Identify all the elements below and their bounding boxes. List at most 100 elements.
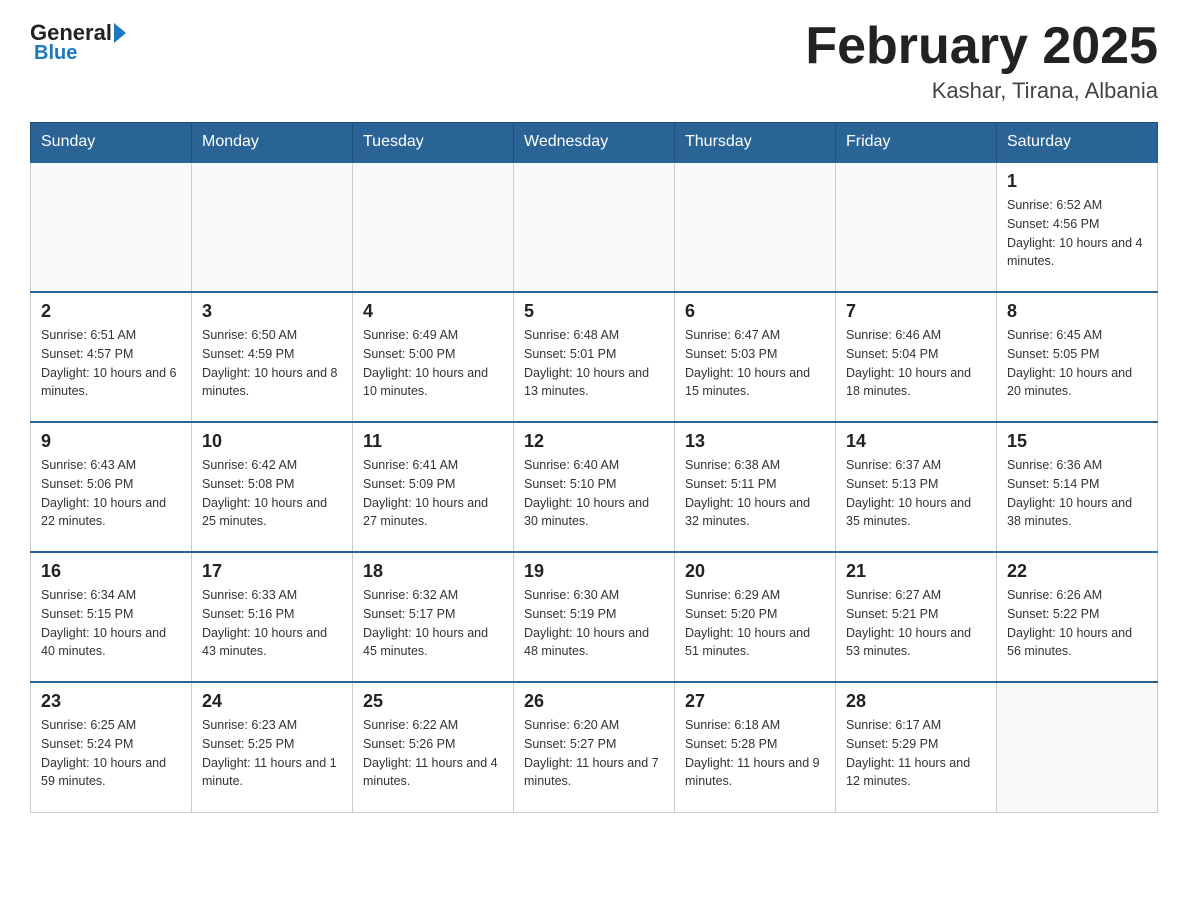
day-info: Sunrise: 6:50 AM Sunset: 4:59 PM Dayligh… — [202, 326, 342, 401]
day-number: 20 — [685, 561, 825, 582]
calendar-table: Sunday Monday Tuesday Wednesday Thursday… — [30, 122, 1158, 813]
day-info: Sunrise: 6:45 AM Sunset: 5:05 PM Dayligh… — [1007, 326, 1147, 401]
day-number: 10 — [202, 431, 342, 452]
day-info: Sunrise: 6:38 AM Sunset: 5:11 PM Dayligh… — [685, 456, 825, 531]
calendar-cell: 9 Sunrise: 6:43 AM Sunset: 5:06 PM Daylig… — [31, 422, 192, 552]
calendar-cell: 5 Sunrise: 6:48 AM Sunset: 5:01 PM Daylig… — [514, 292, 675, 422]
day-number: 27 — [685, 691, 825, 712]
day-number: 8 — [1007, 301, 1147, 322]
calendar-cell — [514, 162, 675, 292]
calendar-cell: 1 Sunrise: 6:52 AM Sunset: 4:56 PM Daylig… — [997, 162, 1158, 292]
calendar-cell: 12 Sunrise: 6:40 AM Sunset: 5:10 PM Dayli… — [514, 422, 675, 552]
calendar-cell: 27 Sunrise: 6:18 AM Sunset: 5:28 PM Dayli… — [675, 682, 836, 812]
calendar-cell — [675, 162, 836, 292]
day-info: Sunrise: 6:29 AM Sunset: 5:20 PM Dayligh… — [685, 586, 825, 661]
logo-blue-text: Blue — [34, 42, 77, 65]
calendar-cell — [31, 162, 192, 292]
day-number: 26 — [524, 691, 664, 712]
calendar-cell: 13 Sunrise: 6:38 AM Sunset: 5:11 PM Dayli… — [675, 422, 836, 552]
calendar-cell: 17 Sunrise: 6:33 AM Sunset: 5:16 PM Dayli… — [192, 552, 353, 682]
day-info: Sunrise: 6:34 AM Sunset: 5:15 PM Dayligh… — [41, 586, 181, 661]
calendar-cell: 16 Sunrise: 6:34 AM Sunset: 5:15 PM Dayli… — [31, 552, 192, 682]
day-info: Sunrise: 6:30 AM Sunset: 5:19 PM Dayligh… — [524, 586, 664, 661]
calendar-cell: 18Sunrise: 6:32 AM Sunset: 5:17 PM Dayli… — [353, 552, 514, 682]
day-number: 5 — [524, 301, 664, 322]
calendar-cell — [836, 162, 997, 292]
calendar-cell: 4 Sunrise: 6:49 AM Sunset: 5:00 PM Daylig… — [353, 292, 514, 422]
day-info: Sunrise: 6:46 AM Sunset: 5:04 PM Dayligh… — [846, 326, 986, 401]
day-info: Sunrise: 6:40 AM Sunset: 5:10 PM Dayligh… — [524, 456, 664, 531]
day-number: 16 — [41, 561, 181, 582]
day-info: Sunrise: 6:17 AM Sunset: 5:29 PM Dayligh… — [846, 716, 986, 791]
day-number: 15 — [1007, 431, 1147, 452]
week-row-4: 16 Sunrise: 6:34 AM Sunset: 5:15 PM Dayli… — [31, 552, 1158, 682]
day-number: 2 — [41, 301, 181, 322]
day-info: Sunrise: 6:20 AM Sunset: 5:27 PM Dayligh… — [524, 716, 664, 791]
day-number: 18 — [363, 561, 503, 582]
header-wednesday: Wednesday — [514, 123, 675, 163]
title-section: February 2025 Kashar, Tirana, Albania — [805, 20, 1158, 104]
calendar-cell: 14 Sunrise: 6:37 AM Sunset: 5:13 PM Dayli… — [836, 422, 997, 552]
week-row-1: 1 Sunrise: 6:52 AM Sunset: 4:56 PM Daylig… — [31, 162, 1158, 292]
day-number: 13 — [685, 431, 825, 452]
day-number: 6 — [685, 301, 825, 322]
day-info: Sunrise: 6:26 AM Sunset: 5:22 PM Dayligh… — [1007, 586, 1147, 661]
day-number: 21 — [846, 561, 986, 582]
day-number: 14 — [846, 431, 986, 452]
page-header: General Blue February 2025 Kashar, Tiran… — [30, 20, 1158, 104]
day-number: 23 — [41, 691, 181, 712]
location-label: Kashar, Tirana, Albania — [805, 78, 1158, 104]
week-row-2: 2 Sunrise: 6:51 AM Sunset: 4:57 PM Daylig… — [31, 292, 1158, 422]
day-number: 28 — [846, 691, 986, 712]
calendar-cell: 22 Sunrise: 6:26 AM Sunset: 5:22 PM Dayli… — [997, 552, 1158, 682]
day-number: 25 — [363, 691, 503, 712]
calendar-cell: 7 Sunrise: 6:46 AM Sunset: 5:04 PM Daylig… — [836, 292, 997, 422]
header-friday: Friday — [836, 123, 997, 163]
day-number: 12 — [524, 431, 664, 452]
day-number: 17 — [202, 561, 342, 582]
day-info: Sunrise: 6:52 AM Sunset: 4:56 PM Dayligh… — [1007, 196, 1147, 271]
day-info: Sunrise: 6:41 AM Sunset: 5:09 PM Dayligh… — [363, 456, 503, 531]
day-number: 4 — [363, 301, 503, 322]
calendar-cell: 25Sunrise: 6:22 AM Sunset: 5:26 PM Dayli… — [353, 682, 514, 812]
day-info: Sunrise: 6:33 AM Sunset: 5:16 PM Dayligh… — [202, 586, 342, 661]
calendar-cell: 20 Sunrise: 6:29 AM Sunset: 5:20 PM Dayli… — [675, 552, 836, 682]
weekday-header-row: Sunday Monday Tuesday Wednesday Thursday… — [31, 123, 1158, 163]
header-saturday: Saturday — [997, 123, 1158, 163]
header-thursday: Thursday — [675, 123, 836, 163]
day-info: Sunrise: 6:37 AM Sunset: 5:13 PM Dayligh… — [846, 456, 986, 531]
calendar-cell: 3 Sunrise: 6:50 AM Sunset: 4:59 PM Daylig… — [192, 292, 353, 422]
day-number: 9 — [41, 431, 181, 452]
calendar-cell: 23 Sunrise: 6:25 AM Sunset: 5:24 PM Dayli… — [31, 682, 192, 812]
calendar-cell: 21 Sunrise: 6:27 AM Sunset: 5:21 PM Dayli… — [836, 552, 997, 682]
day-info: Sunrise: 6:47 AM Sunset: 5:03 PM Dayligh… — [685, 326, 825, 401]
calendar-cell: 19Sunrise: 6:30 AM Sunset: 5:19 PM Dayli… — [514, 552, 675, 682]
week-row-5: 23 Sunrise: 6:25 AM Sunset: 5:24 PM Dayli… — [31, 682, 1158, 812]
calendar-cell: 24 Sunrise: 6:23 AM Sunset: 5:25 PM Dayli… — [192, 682, 353, 812]
day-info: Sunrise: 6:43 AM Sunset: 5:06 PM Dayligh… — [41, 456, 181, 531]
calendar-cell — [353, 162, 514, 292]
calendar-cell: 15 Sunrise: 6:36 AM Sunset: 5:14 PM Dayli… — [997, 422, 1158, 552]
day-number: 22 — [1007, 561, 1147, 582]
day-info: Sunrise: 6:36 AM Sunset: 5:14 PM Dayligh… — [1007, 456, 1147, 531]
day-number: 7 — [846, 301, 986, 322]
day-info: Sunrise: 6:18 AM Sunset: 5:28 PM Dayligh… — [685, 716, 825, 791]
calendar-cell: 11 Sunrise: 6:41 AM Sunset: 5:09 PM Dayli… — [353, 422, 514, 552]
calendar-cell: 8 Sunrise: 6:45 AM Sunset: 5:05 PM Daylig… — [997, 292, 1158, 422]
calendar-cell — [192, 162, 353, 292]
logo: General Blue — [30, 20, 126, 65]
day-info: Sunrise: 6:25 AM Sunset: 5:24 PM Dayligh… — [41, 716, 181, 791]
day-info: Sunrise: 6:51 AM Sunset: 4:57 PM Dayligh… — [41, 326, 181, 401]
day-info: Sunrise: 6:27 AM Sunset: 5:21 PM Dayligh… — [846, 586, 986, 661]
day-info: Sunrise: 6:23 AM Sunset: 5:25 PM Dayligh… — [202, 716, 342, 791]
day-number: 1 — [1007, 171, 1147, 192]
day-info: Sunrise: 6:42 AM Sunset: 5:08 PM Dayligh… — [202, 456, 342, 531]
day-info: Sunrise: 6:48 AM Sunset: 5:01 PM Dayligh… — [524, 326, 664, 401]
calendar-cell: 10 Sunrise: 6:42 AM Sunset: 5:08 PM Dayli… — [192, 422, 353, 552]
day-number: 24 — [202, 691, 342, 712]
day-number: 11 — [363, 431, 503, 452]
day-info: Sunrise: 6:49 AM Sunset: 5:00 PM Dayligh… — [363, 326, 503, 401]
day-number: 3 — [202, 301, 342, 322]
header-monday: Monday — [192, 123, 353, 163]
calendar-cell: 6 Sunrise: 6:47 AM Sunset: 5:03 PM Daylig… — [675, 292, 836, 422]
